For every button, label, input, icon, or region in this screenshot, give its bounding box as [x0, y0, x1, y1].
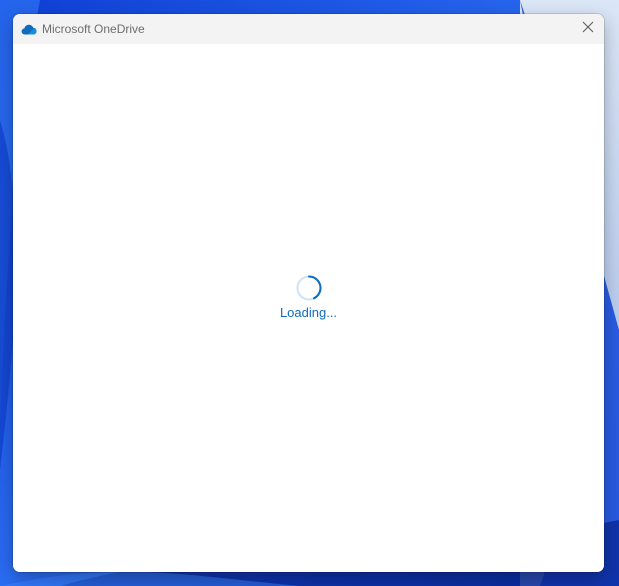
- window-title: Microsoft OneDrive: [42, 22, 145, 36]
- title-bar[interactable]: Microsoft OneDrive: [13, 14, 604, 44]
- loading-text: Loading...: [279, 305, 338, 320]
- close-button[interactable]: [572, 14, 604, 44]
- loading-indicator: Loading...: [13, 274, 604, 321]
- onedrive-cloud-icon: [21, 22, 37, 36]
- close-icon: [582, 20, 594, 38]
- window-content: Loading...: [13, 44, 604, 572]
- spinner-icon: [295, 274, 323, 302]
- onedrive-window: Microsoft OneDrive Loading...: [13, 14, 604, 572]
